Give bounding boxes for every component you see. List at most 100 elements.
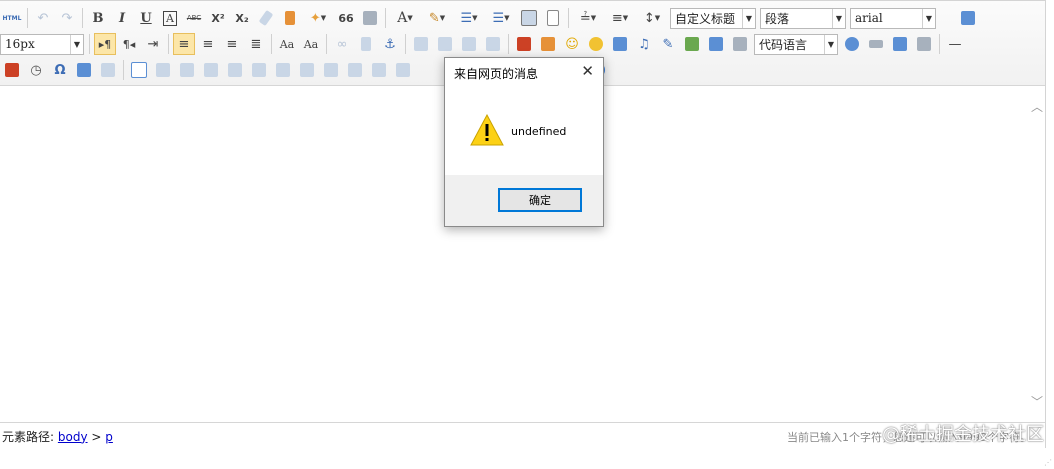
map-button[interactable] [681, 33, 703, 55]
page-break-button[interactable] [865, 33, 887, 55]
format-match-button[interactable] [279, 7, 301, 29]
snapscreen-button[interactable] [97, 59, 119, 81]
insert-col-button[interactable] [248, 59, 270, 81]
strikethrough-button[interactable]: ABC [183, 7, 205, 29]
insert-video-button[interactable] [609, 33, 631, 55]
magic-wand-icon: ✦ [309, 10, 321, 26]
eraser-button[interactable] [255, 7, 277, 29]
dialog-footer: 确定 [445, 175, 603, 226]
align-left-button[interactable]: ≡ [173, 33, 195, 55]
superscript-button[interactable]: X² [207, 7, 229, 29]
split-rows-button[interactable] [392, 59, 414, 81]
code-language-select[interactable]: 代码语言 ▼ [754, 33, 838, 55]
attachment-button[interactable]: ✎ [657, 33, 679, 55]
uppercase-button[interactable]: Aa [276, 33, 298, 55]
simple-upload-button[interactable] [513, 33, 535, 55]
date-button[interactable] [1, 59, 23, 81]
emotion-button[interactable]: ☺ [561, 33, 583, 55]
separator [385, 8, 386, 28]
align-right-button[interactable]: ≡ [221, 33, 243, 55]
row-spacing-top-button[interactable]: ≟ ▼ [573, 7, 603, 29]
element-path-body-link[interactable]: body [58, 430, 88, 444]
row-spacing-bottom-button[interactable]: ≡ ▼ [605, 7, 635, 29]
gmap-button[interactable] [705, 33, 727, 55]
select-all-button[interactable] [518, 7, 540, 29]
template-button[interactable] [913, 33, 935, 55]
scroll-down-icon[interactable]: ﹀ [1031, 393, 1043, 410]
font-family-select[interactable]: arial ▼ [850, 7, 936, 29]
html-source-button[interactable]: HTML [1, 7, 23, 29]
font-color-button[interactable]: A ▼ [390, 7, 420, 29]
background-button[interactable] [889, 33, 911, 55]
lowercase-button[interactable]: Aa [300, 33, 322, 55]
delete-row-button[interactable] [224, 59, 246, 81]
highlighter-icon: ✎ [428, 10, 440, 26]
image-none-button[interactable] [410, 33, 432, 55]
chevron-down-icon: ▼ [922, 8, 935, 28]
insert-table-button[interactable] [128, 59, 150, 81]
redo-button[interactable]: ↷ [56, 7, 78, 29]
font-border-icon: A [163, 10, 177, 26]
bold-button[interactable]: B [87, 7, 109, 29]
web-app-button[interactable] [841, 33, 863, 55]
auto-typeset-button[interactable]: ✦ ▼ [303, 7, 333, 29]
custom-title-select[interactable]: 自定义标题 ▼ [670, 7, 756, 29]
underline-button[interactable]: U [135, 7, 157, 29]
insert-row-button[interactable] [200, 59, 222, 81]
horizontal-rule-icon: — [948, 36, 962, 52]
image-right-button[interactable] [458, 33, 480, 55]
align-justify-button[interactable]: ≣ [245, 33, 267, 55]
close-icon[interactable]: ✕ [581, 62, 594, 80]
scroll-up-icon[interactable]: ︿ [1031, 98, 1043, 115]
font-size-select[interactable]: 16px ▼ [0, 33, 84, 55]
ordered-list-button[interactable]: ☰ ▼ [454, 7, 484, 29]
split-cells-button[interactable] [368, 59, 390, 81]
quote-icon: 66 [338, 11, 354, 25]
element-path-p-link[interactable]: p [105, 430, 113, 444]
font-border-button[interactable]: A [159, 7, 181, 29]
merge-down-icon [348, 63, 362, 77]
merge-right-button[interactable] [320, 59, 342, 81]
editor-scrollbar[interactable]: ︿ ﹀ [1028, 86, 1045, 422]
code-language-value: 代码语言 [759, 37, 808, 52]
wordimage-button[interactable] [73, 59, 95, 81]
html-label: HTML [2, 14, 22, 22]
image-left-button[interactable] [434, 33, 456, 55]
delete-col-button[interactable] [272, 59, 294, 81]
insert-paragraph-before-table-button[interactable] [176, 59, 198, 81]
highlight-color-button[interactable]: ✎ ▼ [422, 7, 452, 29]
paragraph-select[interactable]: 段落 ▼ [760, 7, 846, 29]
anchor-button[interactable]: ⚓ [379, 33, 401, 55]
unlink-button[interactable] [355, 33, 377, 55]
split-cells-icon [372, 63, 386, 77]
undo-button[interactable]: ↶ [32, 7, 54, 29]
scrawl-button[interactable] [585, 33, 607, 55]
insert-image-button[interactable] [537, 33, 559, 55]
line-height-button[interactable]: ↕ ▼ [637, 7, 667, 29]
merge-cells-button[interactable] [296, 59, 318, 81]
time-button[interactable]: ◷ [25, 59, 47, 81]
link-button[interactable]: ∞ [331, 33, 353, 55]
clear-doc-button[interactable] [542, 7, 564, 29]
delete-table-button[interactable] [152, 59, 174, 81]
ok-button[interactable]: 确定 [498, 188, 582, 212]
globe-icon [845, 37, 859, 51]
special-chars-button[interactable]: Ω [49, 59, 71, 81]
resize-handle-icon[interactable]: ⋰ [1044, 458, 1052, 467]
rtl-button[interactable]: ¶◂ [118, 33, 140, 55]
indent-button[interactable]: ⇥ [142, 33, 164, 55]
ltr-button[interactable]: ▸¶ [94, 33, 116, 55]
superscript-icon: X² [211, 11, 225, 25]
music-button[interactable]: ♫ [633, 33, 655, 55]
paste-plain-button[interactable] [359, 7, 381, 29]
image-center-button[interactable] [482, 33, 504, 55]
italic-button[interactable]: I [111, 7, 133, 29]
preview-button[interactable] [957, 7, 979, 29]
merge-down-button[interactable] [344, 59, 366, 81]
horizontal-rule-button[interactable]: — [944, 33, 966, 55]
subscript-button[interactable]: X₂ [231, 7, 253, 29]
align-center-button[interactable]: ≡ [197, 33, 219, 55]
insert-frame-button[interactable] [729, 33, 751, 55]
blockquote-button[interactable]: 66 [335, 7, 357, 29]
unordered-list-button[interactable]: ☰ ▼ [486, 7, 516, 29]
